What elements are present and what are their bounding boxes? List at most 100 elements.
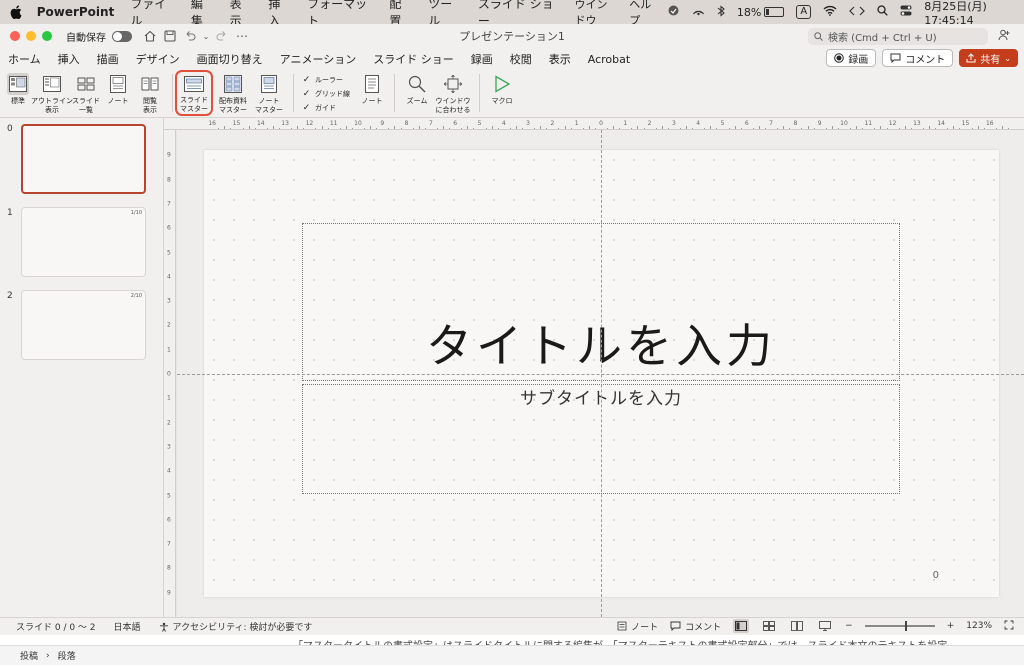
macro-label: マクロ [491, 97, 513, 105]
accessibility-status[interactable]: アクセシビリティ: 検討が必要です [159, 620, 312, 633]
tab-animations[interactable]: アニメーション [280, 48, 357, 70]
window-titlebar: 自動保存 ⌄ ⋯ プレゼンテーション1 検索 (Cmd + Ctrl + U) [0, 24, 1024, 48]
normal-view-status-button[interactable] [733, 619, 750, 633]
slide-thumbnails-panel[interactable]: 0 1 1/10 2 2/10 [0, 118, 164, 617]
breadcrumb-post[interactable]: 投稿 [20, 649, 38, 662]
reading-view-status-button[interactable] [789, 619, 805, 633]
ruler-tick-label: 4 [696, 120, 701, 127]
airdrop-icon[interactable] [692, 5, 705, 20]
slide-sorter-label: スライド 一覧 [72, 97, 100, 114]
home-icon[interactable] [142, 28, 158, 44]
zoom-level[interactable]: 123% [966, 621, 992, 631]
control-center-icon[interactable] [900, 5, 912, 19]
tab-view[interactable]: 表示 [546, 48, 573, 72]
handout-master-label: 配布資料 マスター [219, 97, 247, 114]
save-icon[interactable] [162, 28, 178, 44]
notes-page-button[interactable]: ノート [104, 70, 132, 106]
tab-acrobat[interactable]: Acrobat [588, 50, 630, 69]
outline-view-button[interactable]: アウトライン 表示 [31, 70, 73, 115]
normal-view-label: 標準 [11, 97, 25, 105]
tab-draw[interactable]: 描画 [97, 48, 119, 70]
cloud-status-icon[interactable] [667, 5, 680, 19]
ruler-tick-label: 8 [404, 120, 409, 127]
notes-status-button[interactable]: ノート [617, 620, 658, 633]
ruler-tick-label: 15 [961, 120, 970, 127]
tab-design[interactable]: デザイン [136, 48, 180, 70]
undo-dropdown-icon[interactable]: ⌄ [202, 28, 210, 44]
comment-button[interactable]: コメント [882, 49, 954, 67]
slide-thumbnail[interactable] [21, 124, 146, 194]
minimize-window-button[interactable] [26, 31, 36, 41]
zoom-out-button[interactable]: − [845, 621, 853, 631]
zoom-label: ズーム [406, 97, 428, 105]
ruler-checkbox[interactable]: ✓ ルーラー [302, 73, 350, 87]
ruler-tick-label: 9 [167, 151, 171, 159]
tab-home[interactable]: ホーム [8, 48, 41, 70]
search-input[interactable]: 検索 (Cmd + Ctrl + U) [808, 28, 988, 45]
slide-master-button[interactable]: スライド マスター [175, 70, 213, 116]
macro-button[interactable]: マクロ [488, 70, 516, 106]
tab-transitions[interactable]: 画面切り替え [197, 48, 263, 70]
reading-view-icon [139, 73, 161, 95]
close-window-button[interactable] [10, 31, 20, 41]
more-options-icon[interactable]: ⋯ [234, 28, 250, 44]
normal-view-button[interactable]: 標準 [4, 70, 32, 106]
share-people-icon[interactable] [998, 28, 1014, 44]
notes-toggle-button[interactable]: ノート [358, 70, 386, 106]
fit-to-window-label: ウインドウ に合わせる [435, 97, 471, 114]
notes-page-icon [107, 73, 129, 95]
slide-thumbnail[interactable]: 1/10 [21, 207, 146, 277]
thumbnail-page-badge: 1/10 [130, 210, 142, 216]
slide-thumbnail[interactable]: 2/10 [21, 290, 146, 360]
play-icon [491, 73, 513, 95]
fit-slide-icon[interactable] [1004, 620, 1014, 633]
language-status[interactable]: 日本語 [114, 620, 141, 633]
record-button-label: 録画 [848, 54, 869, 66]
zoom-slider[interactable] [864, 621, 935, 631]
handout-master-button[interactable]: 配布資料 マスター [217, 70, 249, 115]
slide-editing-canvas[interactable]: タイトルを入力 サブタイトルを入力 0 [177, 130, 1024, 617]
undo-icon[interactable] [182, 28, 198, 44]
spotlight-search-icon[interactable] [877, 5, 888, 19]
checkmark-icon: ✓ [302, 103, 311, 113]
slideshow-status-button[interactable] [817, 619, 833, 633]
apple-icon[interactable] [10, 4, 23, 20]
slide-sorter-status-button[interactable] [761, 619, 777, 633]
horizontal-guide[interactable] [177, 374, 1024, 375]
slide-count-status: スライド 0 / 0 〜 2 [16, 623, 96, 633]
bluetooth-icon[interactable] [717, 4, 725, 20]
ruler-tick-label: 6 [167, 224, 171, 232]
menubar-clock[interactable]: 8月25日(月) 17:45:14 [924, 0, 1014, 27]
slide-sorter-button[interactable]: スライド 一覧 [72, 70, 100, 115]
breadcrumb-paragraph[interactable]: 段落 [58, 649, 76, 662]
vertical-ruler[interactable]: 9 8 7 6 5 4 3 2 1 0 1 2 3 4 5 6 7 8 9 [164, 130, 176, 617]
record-icon [834, 53, 845, 63]
autosave-toggle[interactable] [112, 30, 132, 42]
record-button[interactable]: 録画 [826, 49, 877, 67]
chevron-right-icon: › [46, 650, 50, 661]
tab-record[interactable]: 録画 [471, 48, 493, 70]
reading-view-button[interactable]: 閲覧 表示 [136, 70, 164, 115]
comment-button-label: コメント [905, 54, 946, 66]
code-brackets-icon[interactable] [849, 6, 866, 19]
gridlines-checkbox[interactable]: ✓ グリッド線 [302, 87, 350, 101]
guides-checkbox[interactable]: ✓ ガイド [302, 101, 350, 115]
zoom-in-button[interactable]: + [947, 621, 955, 631]
notes-master-button[interactable]: ノート マスター [253, 70, 285, 115]
redo-icon[interactable] [214, 28, 230, 44]
tab-insert[interactable]: 挿入 [58, 48, 80, 70]
tab-review[interactable]: 校閲 [510, 48, 532, 70]
input-mode-badge[interactable]: A [796, 5, 812, 19]
zoom-button[interactable]: ズーム [403, 70, 431, 106]
ruler-tick-label: 12 [888, 120, 897, 127]
tab-slideshow[interactable]: スライド ショー [373, 48, 454, 70]
zoom-window-button[interactable] [42, 31, 52, 41]
app-name-menu[interactable]: PowerPoint [37, 5, 115, 19]
battery-indicator[interactable]: 18% [737, 6, 785, 19]
fit-to-window-button[interactable]: ウインドウ に合わせる [435, 70, 471, 115]
horizontal-ruler[interactable]: 16 15 14 13 12 11 10 9 8 7 6 5 4 3 2 1 0 1 2 3 4 5 6 7 8 9 10 11 12 1… [164, 118, 1024, 130]
ruler-tick-label: 1 [167, 394, 171, 402]
wifi-icon[interactable] [823, 5, 837, 19]
share-button[interactable]: 共有 ⌄ [959, 49, 1018, 67]
comments-status-button[interactable]: コメント [670, 620, 721, 633]
